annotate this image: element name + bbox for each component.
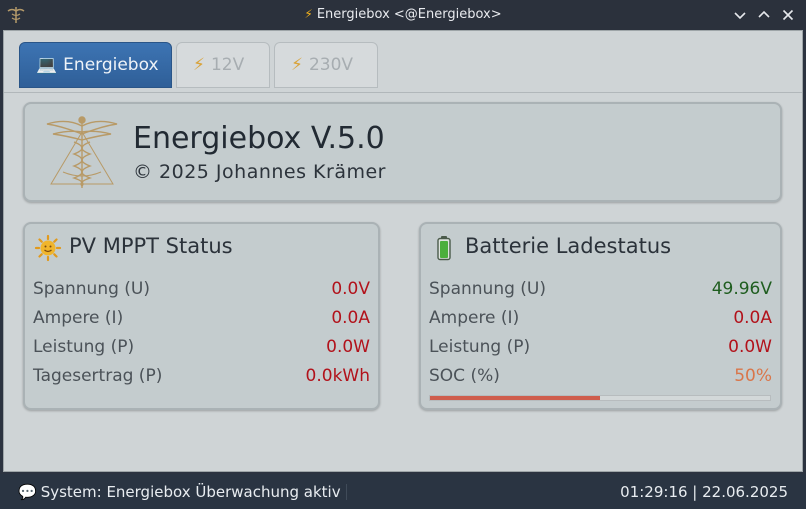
pv-row-current: Ampere (I) 0.0A [33, 308, 370, 332]
battery-card-title: Batterie Ladestatus [465, 234, 672, 258]
chevron-up-icon [758, 10, 770, 18]
bolt-icon: ⚡ [193, 55, 205, 75]
header-panel: Energiebox V.5.0 © 2025 Johannes Krämer [23, 102, 782, 202]
app-title: Energiebox V.5.0 [133, 121, 385, 156]
laptop-icon: 💻 [36, 55, 58, 75]
tab-bar: 💻 Energiebox ⚡ 12V ⚡ 230V [4, 31, 802, 93]
close-icon [782, 9, 794, 21]
battery-row-soc: SOC (%) 50% [429, 366, 772, 390]
status-datetime: 01:29:16 | 22.06.2025 [620, 483, 788, 501]
status-bar: 💬 System: Energiebox Überwachung aktiv 01… [0, 474, 806, 509]
bolt-icon: ⚡ [291, 55, 303, 75]
row-label: Ampere (I) [429, 308, 520, 328]
pv-row-voltage: Spannung (U) 0.0V [33, 279, 370, 303]
battery-row-current: Ampere (I) 0.0A [429, 308, 772, 332]
tab-12v[interactable]: ⚡ 12V [176, 42, 270, 88]
speech-bubble-icon: 💬 [18, 483, 37, 501]
pv-mppt-card: PV MPPT Status Spannung (U) 0.0V Ampere … [23, 222, 380, 410]
row-label: Ampere (I) [33, 308, 124, 328]
row-value: 0.0V [331, 279, 370, 299]
row-label: Spannung (U) [429, 279, 546, 299]
soc-progress-bar [429, 395, 771, 401]
soc-progress-fill [430, 396, 600, 400]
window-titlebar: ⚡ Energiebox <@Energiebox> [0, 0, 806, 30]
pv-card-title: PV MPPT Status [69, 234, 233, 258]
minimize-button[interactable] [730, 5, 750, 25]
status-separator [346, 484, 347, 500]
close-button[interactable] [778, 5, 798, 25]
maximize-button[interactable] [754, 5, 774, 25]
status-message: 💬 System: Energiebox Überwachung aktiv [18, 483, 341, 501]
tab-230v[interactable]: ⚡ 230V [274, 42, 378, 88]
caduceus-logo [41, 112, 123, 194]
window-title: ⚡ Energiebox <@Energiebox> [304, 7, 502, 22]
battery-icon [430, 234, 458, 262]
copyright-text: © 2025 Johannes Krämer [133, 161, 386, 183]
row-value: 49.96V [711, 279, 772, 299]
sun-icon [34, 234, 62, 262]
pv-row-power: Leistung (P) 0.0W [33, 337, 370, 361]
row-label: Tagesertrag (P) [33, 366, 163, 386]
main-window: 💻 Energiebox ⚡ 12V ⚡ 230V Energiebox V.5… [3, 30, 803, 472]
row-value: 0.0A [331, 308, 370, 328]
battery-row-power: Leistung (P) 0.0W [429, 337, 772, 361]
tab-energiebox[interactable]: 💻 Energiebox [19, 42, 172, 88]
bolt-icon: ⚡ [304, 7, 313, 21]
row-value: 0.0kWh [305, 366, 370, 386]
row-label: Spannung (U) [33, 279, 150, 299]
row-label: SOC (%) [429, 366, 500, 386]
row-value: 0.0A [733, 308, 772, 328]
row-value: 0.0W [326, 337, 370, 357]
row-label: Leistung (P) [429, 337, 531, 357]
battery-row-voltage: Spannung (U) 49.96V [429, 279, 772, 303]
chevron-down-icon [734, 12, 746, 20]
pv-row-daily-yield: Tagesertrag (P) 0.0kWh [33, 366, 370, 390]
row-value: 50% [734, 366, 772, 386]
battery-card: Batterie Ladestatus Spannung (U) 49.96V … [419, 222, 782, 410]
row-label: Leistung (P) [33, 337, 135, 357]
row-value: 0.0W [728, 337, 772, 357]
